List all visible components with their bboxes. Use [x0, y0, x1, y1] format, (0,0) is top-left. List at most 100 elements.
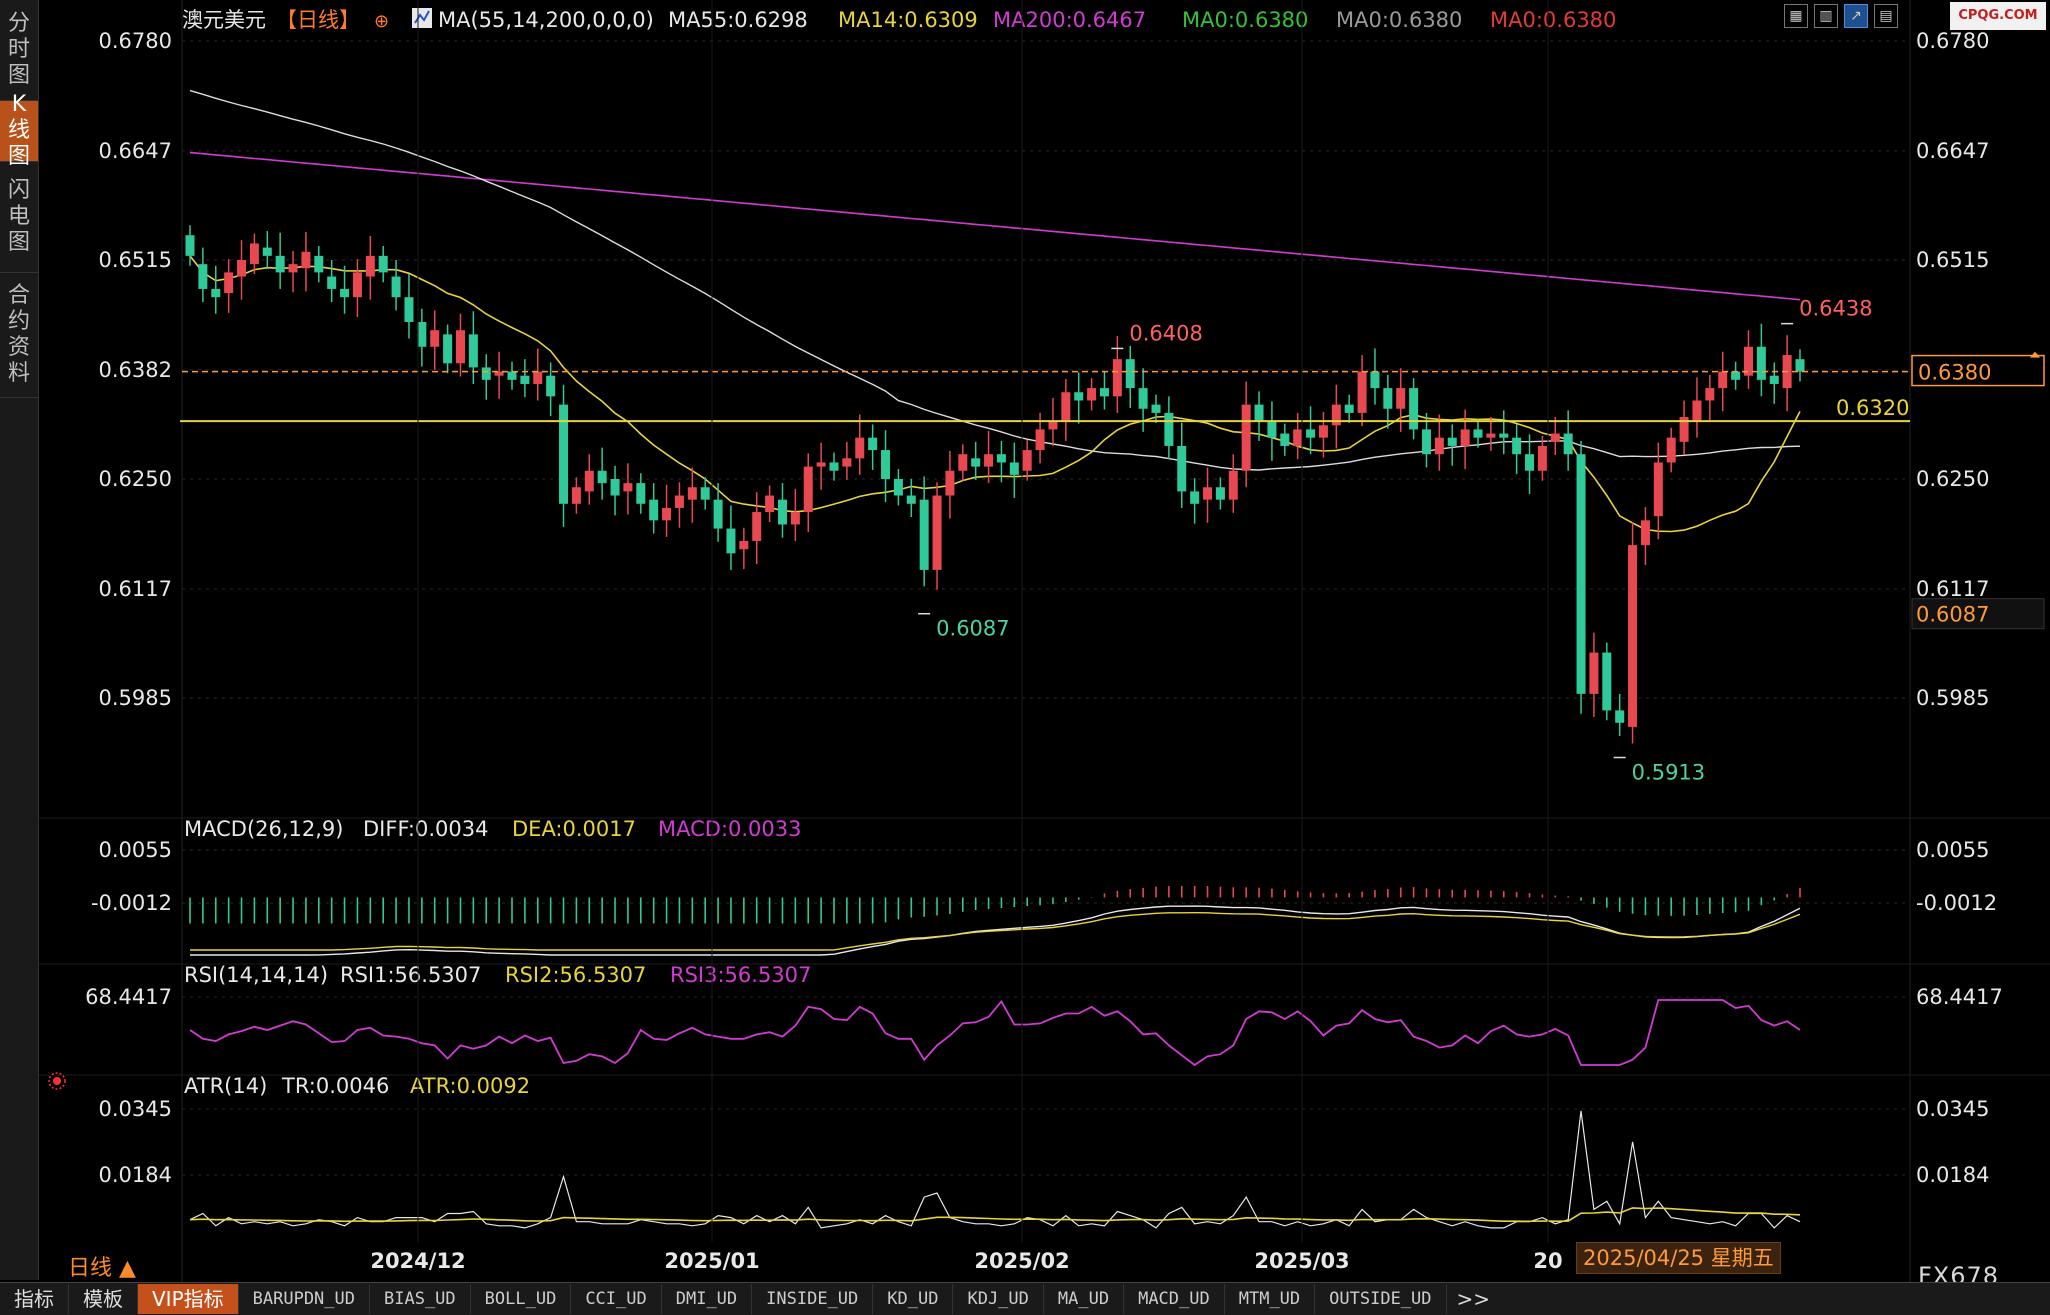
candle-body [855, 437, 865, 459]
rsi1-value: RSI1:56.5307 [340, 963, 481, 987]
low-price-text: 0.6087 [1916, 603, 1989, 627]
candle-body [1087, 388, 1097, 401]
indicator-tab-cci_ud[interactable]: CCI_UD [571, 1284, 662, 1314]
atr-panel: 0.0345 0.0345 0.0184 0.0184 [99, 1097, 1989, 1229]
x-tick-label: 2025/02 [974, 1249, 1069, 1273]
y-tick-right: 0.6515 [1916, 248, 1989, 272]
indicator-tab-ma_ud[interactable]: MA_UD [1044, 1284, 1125, 1314]
candle-body [790, 512, 800, 525]
current-price-text: 0.6380 [1918, 361, 1991, 385]
y-tick-left: 0.5985 [99, 686, 172, 710]
candle-body [1318, 425, 1328, 438]
candle-body [288, 264, 298, 273]
candle-body [301, 251, 311, 269]
bottom-tab-1[interactable]: 模板 [69, 1284, 138, 1314]
bottom-tab-2[interactable]: VIP指标 [138, 1284, 239, 1314]
candle-body [327, 276, 337, 289]
atr-y-tick: 0.0184 [99, 1163, 172, 1187]
rsi-y-tick: 68.4417 [85, 985, 172, 1009]
indicator-tab-outside_ud[interactable]: OUTSIDE_UD [1315, 1284, 1447, 1314]
candle-body [726, 528, 736, 554]
candle-body [1447, 437, 1457, 446]
candle-body [713, 499, 723, 529]
indicator-tab-macd_ud[interactable]: MACD_UD [1124, 1284, 1225, 1314]
ma-legend-item: MA0:0.6380 [1336, 8, 1462, 32]
extreme-label: 0.6087 [936, 617, 1009, 641]
candle-body [1486, 433, 1496, 438]
extreme-label: 0.6438 [1799, 297, 1872, 321]
candle-body [1203, 487, 1213, 500]
period-selector[interactable]: 日线 ▲ [68, 1250, 136, 1282]
candle-body [352, 272, 362, 298]
watermark-logo: CPQG.COM [1950, 2, 2046, 30]
candle-body [803, 466, 813, 513]
crosshair-icon[interactable]: ⊕ [374, 11, 389, 32]
sidebar-tab-2[interactable]: 闪电图 [0, 162, 38, 273]
candle-body [559, 404, 569, 504]
y-tick-left: 0.6250 [99, 467, 172, 491]
candle-body [636, 483, 646, 504]
ma-legend-item: MA0:0.6380 [1490, 8, 1616, 32]
bottom-tab-bar: 指标 模板 VIP指标 BARUPDN_UD BIAS_UD BOLL_UD CCI_UD D… [0, 1282, 2050, 1315]
table-icon[interactable]: ▤ [1874, 4, 1898, 28]
candle-body [1099, 388, 1109, 397]
atr-y-tick-right: 0.0345 [1916, 1097, 1989, 1121]
candle-body [1589, 652, 1599, 694]
candle-body [1151, 404, 1161, 413]
bottom-tab-0[interactable]: 指标 [0, 1284, 69, 1314]
candle-body [868, 437, 878, 451]
price-alert-icon[interactable] [2030, 351, 2040, 358]
ma-legend-item: MA200:0.6467 [993, 8, 1146, 32]
more-tabs-button[interactable]: >> [1447, 1287, 1501, 1311]
candle-body [546, 375, 556, 397]
ma-legend: MA55:0.6298 MA14:0.6309 MA200:0.6467 MA0:0.… [668, 8, 1616, 32]
candle-body [468, 334, 478, 368]
rsi-y-tick-right: 68.4417 [1916, 985, 2003, 1009]
ma14-line [189, 255, 1801, 533]
sidebar-tab-3[interactable]: 合约资料 [0, 273, 38, 398]
candle-body [932, 495, 942, 570]
indicator-tab-inside_ud[interactable]: INSIDE_UD [752, 1284, 874, 1314]
candle-body [1022, 450, 1032, 471]
candle-body [1370, 371, 1380, 389]
kline-chart[interactable]: 0.6780 0.6780 0.6647 0.6647 0.6515 0.6515 0.63… [0, 0, 2050, 1282]
ma-params: MA(55,14,200,0,0,0) [438, 8, 654, 32]
y-tick-right: 0.5985 [1916, 686, 1989, 710]
candle-body [1396, 388, 1406, 409]
candle-body [1125, 359, 1135, 389]
indicator-tab-barupdn_ud[interactable]: BARUPDN_UD [239, 1284, 370, 1314]
line-chart-icon[interactable]: ↗ [1844, 4, 1868, 28]
candle-body [275, 255, 285, 273]
indicator-tab-kd_ud[interactable]: KD_UD [873, 1284, 954, 1314]
y-tick-left: 0.6117 [99, 577, 172, 601]
candle-body [829, 462, 839, 471]
y-tick-left: 0.6780 [99, 29, 172, 53]
indicator-tab-bias_ud[interactable]: BIAS_UD [370, 1284, 471, 1314]
candle-body [1653, 462, 1663, 517]
indicator-tab-boll_ud[interactable]: BOLL_UD [471, 1284, 572, 1314]
indicator-tab-dmi_ud[interactable]: DMI_UD [662, 1284, 753, 1314]
period-tag[interactable]: 【日线】 [276, 8, 360, 32]
candle-body [340, 288, 350, 298]
candle-body [1035, 429, 1045, 451]
bar-chart-icon[interactable]: ▥ [1814, 4, 1838, 28]
sidebar-tab-0[interactable]: 分时图 [0, 0, 38, 101]
candle-body [739, 540, 749, 550]
date-tooltip: 2025/04/25 星期五 [1576, 1242, 1781, 1274]
candle-body [185, 235, 195, 256]
sidebar-tab-1[interactable]: K线图 [0, 92, 38, 169]
candle-body [1576, 454, 1586, 694]
indicator-tab-mtm_ud[interactable]: MTM_UD [1225, 1284, 1316, 1314]
grid-icon[interactable]: ▦ [1784, 4, 1808, 28]
candlestick-series [185, 225, 1805, 744]
indicator-tab-kdj_ud[interactable]: KDJ_UD [953, 1284, 1044, 1314]
candle-body [700, 487, 710, 500]
x-tick-label: 2024/12 [370, 1249, 465, 1273]
ma-legend-item: MA55:0.6298 [668, 8, 808, 32]
trading-app: 0.6780 0.6780 0.6647 0.6647 0.6515 0.6515 0.63… [0, 0, 2050, 1315]
candle-body [906, 495, 916, 504]
candle-body [597, 470, 607, 484]
candle-body [1293, 429, 1303, 446]
candle-body [1306, 429, 1316, 438]
y-tick-left: 0.6647 [99, 139, 172, 163]
